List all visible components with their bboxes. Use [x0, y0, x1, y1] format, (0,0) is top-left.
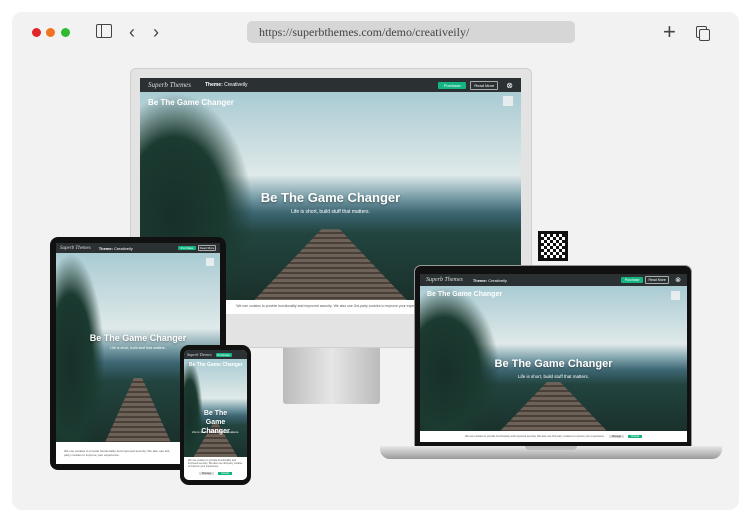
menu-icon[interactable] [671, 291, 680, 300]
back-icon[interactable]: ‹ [129, 23, 135, 41]
hero-subtitle: Life is short, build stuff that matters. [518, 374, 589, 379]
logo: Superb Themes [187, 352, 212, 357]
hero-title: Be The Game Changer [260, 190, 401, 205]
theme-name: Creativeily [224, 82, 248, 88]
purchase-button[interactable]: Purchase [215, 352, 232, 357]
menu-icon[interactable] [503, 96, 513, 106]
close-icon[interactable]: ⊗ [675, 276, 681, 284]
purchase-button[interactable]: Purchase [621, 277, 644, 283]
theme-label: Theme: [204, 82, 223, 88]
purchase-button[interactable]: Purchase [438, 81, 467, 89]
address-bar[interactable]: https://superbthemes.com/demo/creativeil… [247, 21, 575, 43]
cookie-banner: We use cookies to provide functionality … [184, 457, 247, 480]
read-more-button[interactable]: Read More [645, 276, 670, 284]
logo: Superb Themes [426, 277, 463, 283]
hero-subtitle: Life is short, build stuff that matters. [191, 430, 240, 434]
read-more-button[interactable]: Read More [198, 245, 216, 251]
site-title[interactable]: Be The Game Changer [427, 291, 502, 298]
sidebar-icon[interactable] [96, 24, 112, 38]
logo: Superb Themes [60, 245, 91, 251]
new-tab-icon[interactable]: + [663, 21, 676, 43]
cookie-text: We use cookies to provide functionality … [64, 449, 171, 457]
browser-toolbar: ‹ › https://superbthemes.com/demo/creati… [12, 12, 739, 52]
theme-name: Creativeily [114, 245, 133, 251]
monitor-stand [283, 340, 380, 404]
cookie-banner: We use cookies to provide functionality … [420, 431, 687, 442]
cookie-text: We use cookies to provide functionality … [188, 459, 243, 468]
read-more-button[interactable]: Read More [470, 80, 499, 90]
hero-title: Be The Game Changer [89, 333, 187, 343]
forward-icon[interactable]: › [153, 23, 159, 41]
theme-name: Creativeily [488, 277, 507, 283]
theme-label: Theme: [472, 277, 488, 283]
hero-title: Be The Game Changer [494, 358, 613, 370]
manage-button[interactable]: Manage [608, 435, 625, 438]
close-dot[interactable] [32, 28, 41, 37]
accept-button[interactable]: Accept [628, 435, 642, 438]
cookie-text: We use cookies to provide functionality … [236, 304, 425, 308]
menu-icon[interactable] [206, 258, 214, 266]
laptop-base [380, 446, 722, 459]
purchase-button[interactable]: Purchase [178, 246, 196, 250]
minimize-dot[interactable] [46, 28, 55, 37]
theme-label: Theme: [98, 245, 113, 251]
phone: Superb Themes Purchase Be The Game Chang… [180, 345, 251, 485]
manage-button[interactable]: Manage [199, 472, 215, 475]
hero: Be The Game Changer Be The Game Changer … [184, 359, 247, 457]
cookie-text: We use cookies to provide functionality … [464, 435, 605, 438]
close-icon[interactable]: ⊗ [506, 81, 513, 90]
site-title[interactable]: Be The Game Changer [189, 362, 243, 368]
accept-button[interactable]: Accept [218, 472, 232, 475]
qr-code [538, 231, 568, 261]
logo: Superb Themes [148, 81, 191, 89]
site-title[interactable]: Be The Game Changer [148, 98, 234, 107]
tabs-icon[interactable] [696, 26, 710, 41]
maximize-dot[interactable] [61, 28, 70, 37]
hero: Be The Game Changer Be The Game Changer … [420, 286, 687, 431]
hero-subtitle: Life is short, build stuff that matters. [291, 209, 370, 215]
